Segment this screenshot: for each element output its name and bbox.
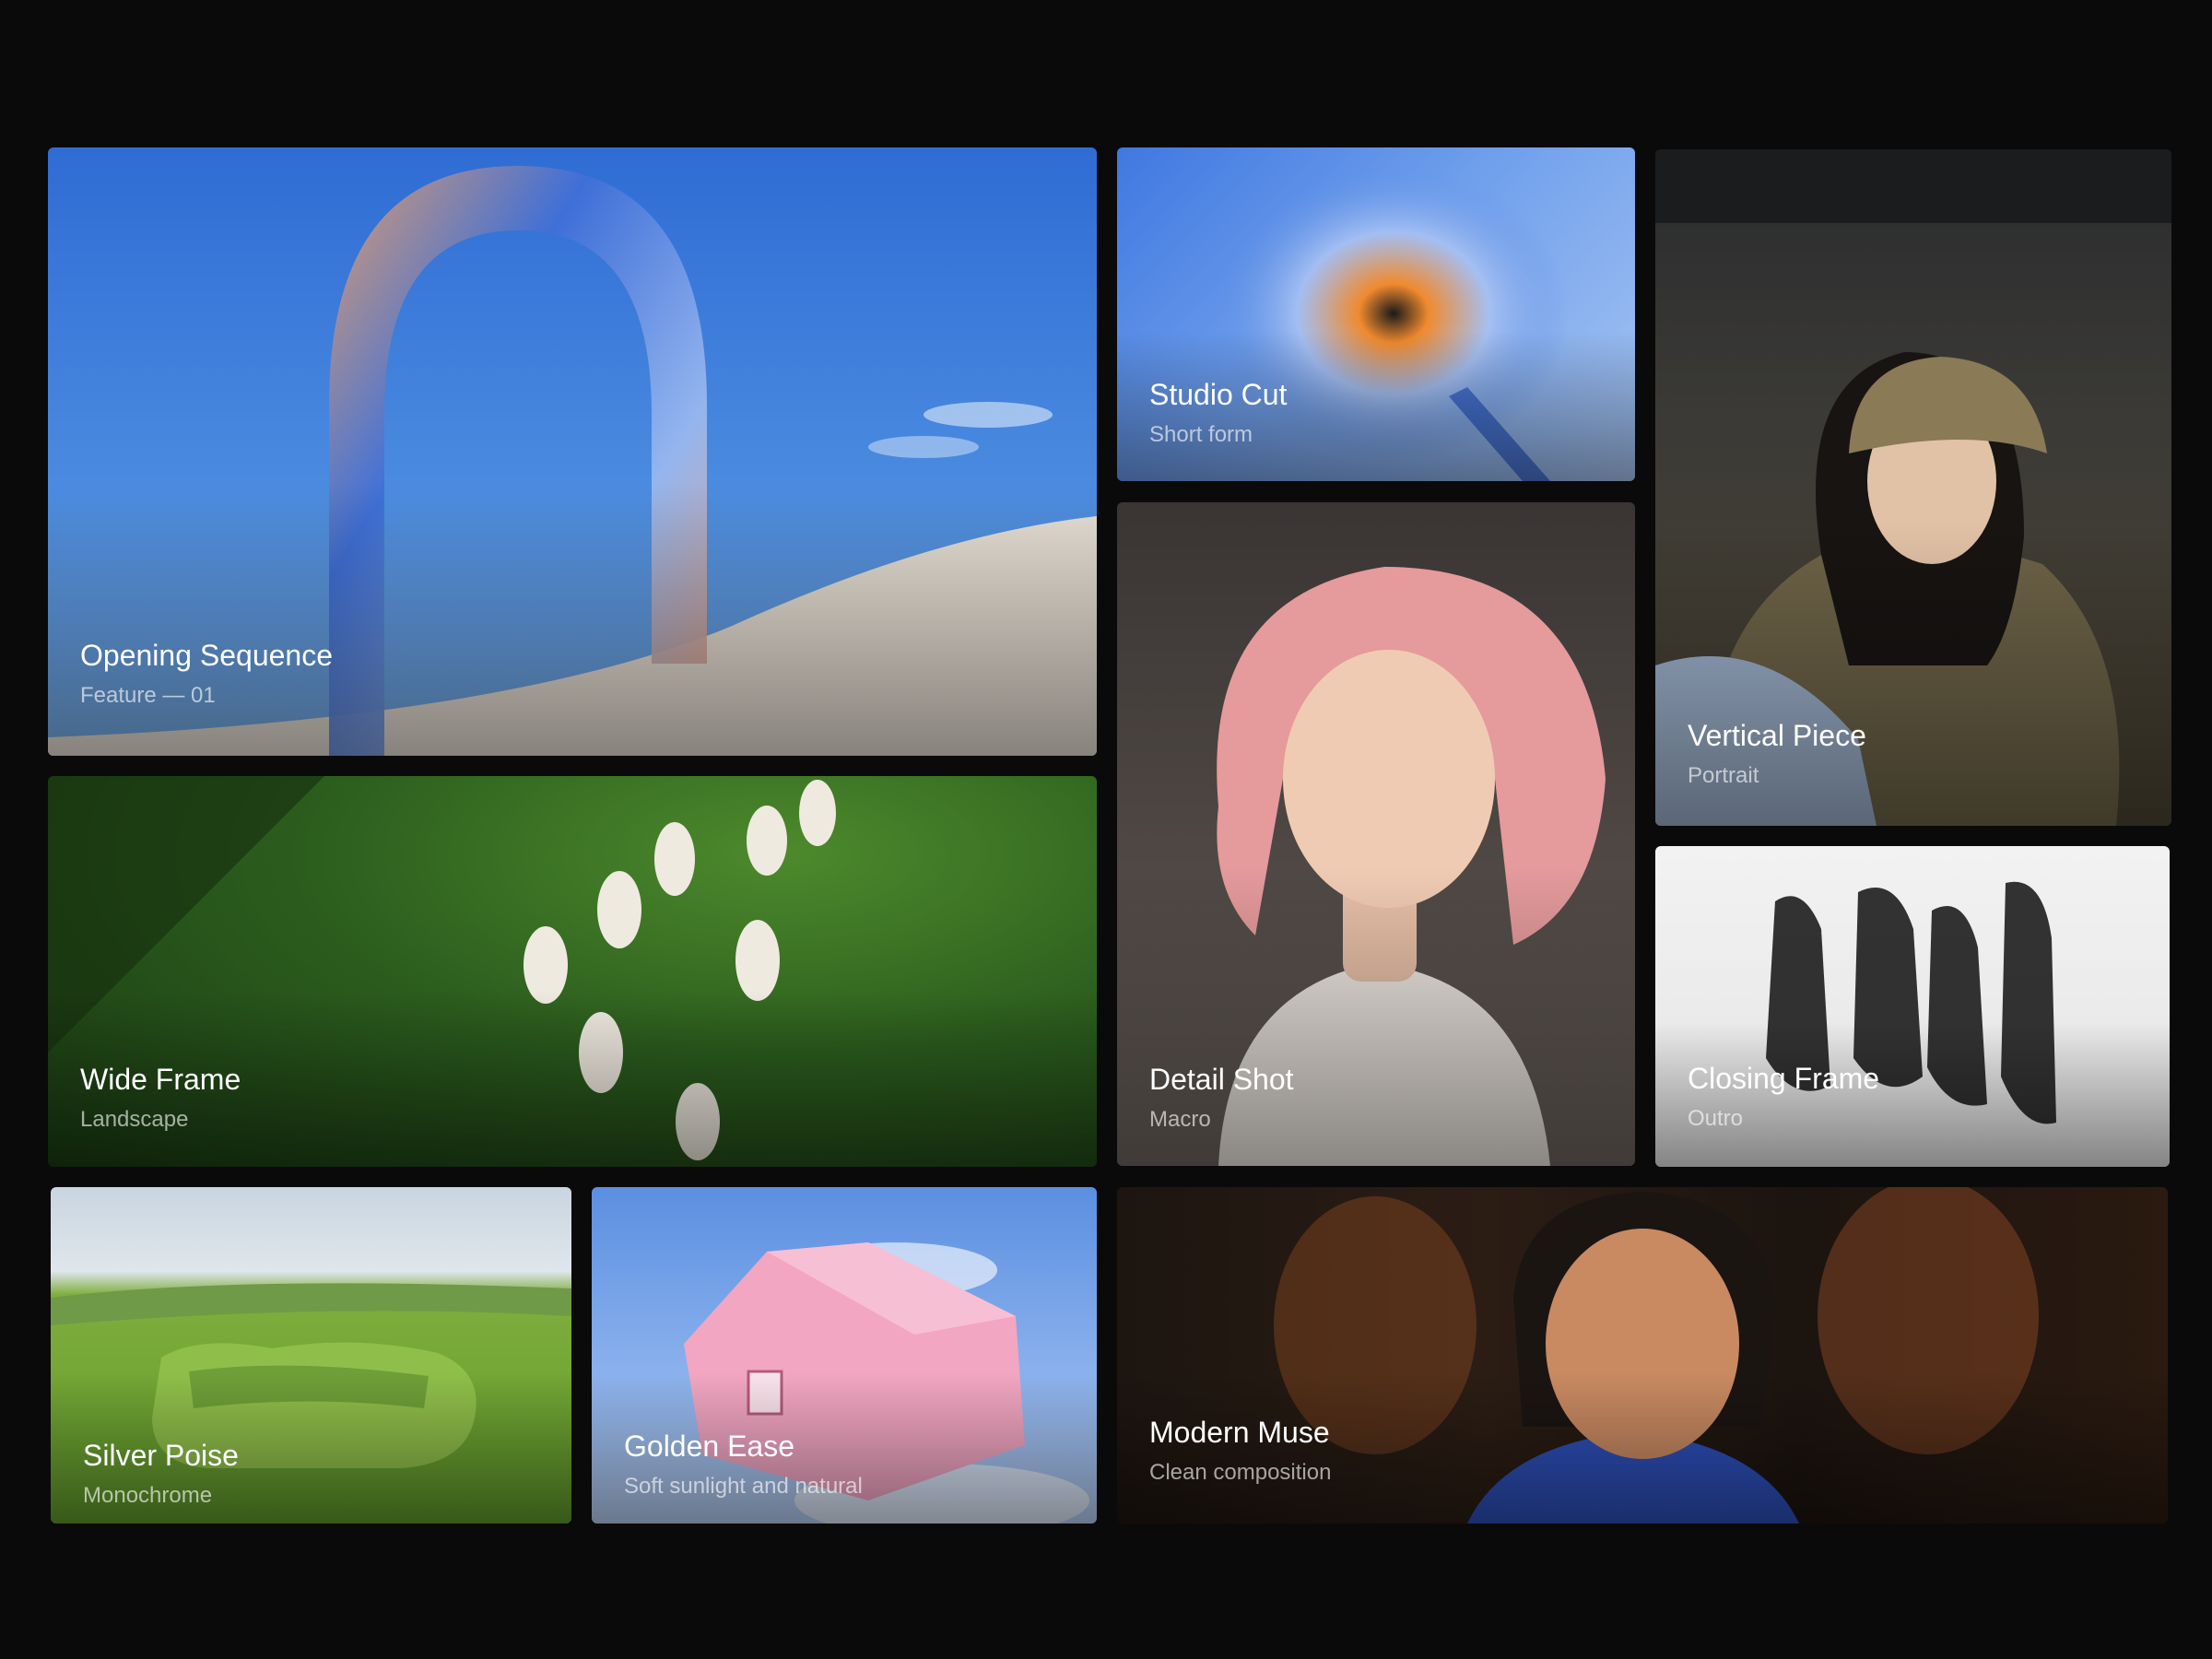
tile-caption: Closing Frame Outro xyxy=(1688,1064,1879,1130)
tile-title: Opening Sequence xyxy=(80,639,333,672)
tile-caption: Wide Frame Landscape xyxy=(80,1065,241,1131)
tile-subtitle: Portrait xyxy=(1688,763,1759,788)
tile-title: Closing Frame xyxy=(1688,1062,1880,1095)
tile-subtitle: Landscape xyxy=(80,1107,189,1132)
tile-golden-ease[interactable]: Golden Ease Soft sunlight and natural xyxy=(592,1187,1097,1524)
tile-wide-frame[interactable]: Wide Frame Landscape xyxy=(48,776,1097,1167)
tile-caption: Studio Cut Short form xyxy=(1149,380,1287,446)
tile-subtitle: Macro xyxy=(1149,1107,1211,1132)
tile-caption: Silver Poise Monochrome xyxy=(83,1441,239,1507)
tile-title: Modern Muse xyxy=(1149,1416,1330,1449)
tile-title: Vertical Piece xyxy=(1688,719,1866,752)
tile-vertical-piece[interactable]: Vertical Piece Portrait xyxy=(1655,149,2171,826)
tile-title: Detail Shot xyxy=(1149,1063,1294,1096)
tile-title: Golden Ease xyxy=(624,1430,795,1463)
tile-caption: Detail Shot Macro xyxy=(1149,1065,1294,1131)
tile-subtitle: Outro xyxy=(1688,1106,1744,1131)
caption-shade xyxy=(48,482,1097,756)
tile-subtitle: Soft sunlight and natural xyxy=(624,1474,863,1499)
tile-caption: Modern Muse Clean composition xyxy=(1149,1418,1331,1484)
tile-subtitle: Monochrome xyxy=(83,1483,213,1508)
tile-title: Wide Frame xyxy=(80,1063,241,1096)
tile-caption: Golden Ease Soft sunlight and natural xyxy=(624,1431,863,1498)
tile-caption: Opening Sequence Feature — 01 xyxy=(80,641,333,707)
tile-subtitle: Short form xyxy=(1149,422,1253,447)
tile-studio-cut[interactable]: Studio Cut Short form xyxy=(1117,147,1635,481)
tile-silver-poise[interactable]: Silver Poise Monochrome xyxy=(51,1187,571,1524)
tile-detail-shot[interactable]: Detail Shot Macro xyxy=(1117,502,1635,1166)
tile-subtitle: Feature — 01 xyxy=(80,683,216,708)
tile-closing-frame[interactable]: Closing Frame Outro xyxy=(1655,846,2170,1167)
tile-title: Silver Poise xyxy=(83,1439,239,1472)
tile-title: Studio Cut xyxy=(1149,378,1288,411)
tile-caption: Vertical Piece Portrait xyxy=(1688,721,1866,787)
tile-opening-sequence[interactable]: Opening Sequence Feature — 01 xyxy=(48,147,1097,756)
tile-subtitle: Clean composition xyxy=(1149,1460,1332,1485)
tile-modern-muse[interactable]: Modern Muse Clean composition xyxy=(1117,1187,2168,1524)
